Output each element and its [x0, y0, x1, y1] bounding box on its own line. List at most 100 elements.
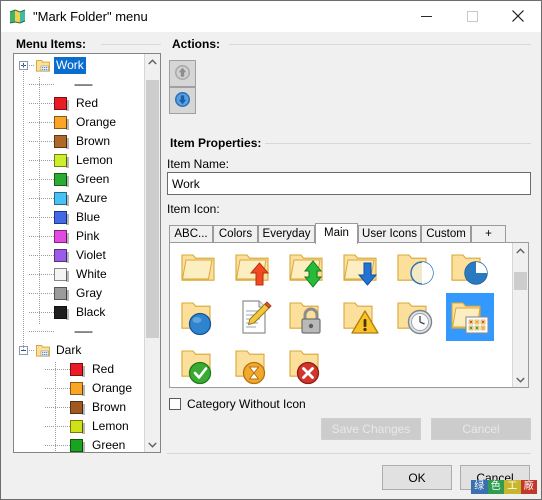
move-up-button[interactable] [169, 60, 196, 87]
move-down-button[interactable] [169, 87, 196, 114]
icon-grid-cell[interactable] [230, 341, 278, 387]
color-swatch [54, 192, 69, 206]
tree-item-label: Brown [92, 400, 127, 414]
icon-grid-cell[interactable] [446, 293, 494, 341]
tree-scroll-down-arrow[interactable] [145, 437, 160, 452]
document-pencil-icon [234, 297, 274, 337]
tree-scroll-up-arrow[interactable] [145, 54, 160, 69]
tree-guide-line [39, 77, 40, 324]
tab-label: Custom [426, 228, 466, 240]
tree-item[interactable]: Blue [14, 208, 146, 227]
tree-item[interactable]: Lemon [14, 151, 146, 170]
folder-arrow-down-blue-icon [342, 249, 382, 289]
save-changes-button[interactable]: Save Changes [321, 418, 421, 440]
icon-grid-cell[interactable] [338, 245, 386, 293]
tree-item[interactable]: Pink [14, 227, 146, 246]
tree-item-label: Violet [76, 248, 106, 262]
tab-everyday[interactable]: Everyday [258, 225, 315, 243]
tab-colors[interactable]: Colors [213, 225, 258, 243]
tab-label: Colors [218, 228, 253, 240]
tree-item[interactable]: Lemon [14, 417, 146, 436]
icon-grid-scrollbar[interactable] [512, 243, 528, 387]
icon-grid-pane[interactable] [169, 242, 529, 388]
tree-item[interactable]: ------ [14, 75, 146, 94]
tree-item[interactable]: Violet [14, 246, 146, 265]
folder-arrows-updown-green-icon [288, 249, 328, 289]
properties-bottom-divider [167, 453, 531, 454]
icon-grid-cell[interactable] [392, 245, 440, 293]
tree-item[interactable]: White [14, 265, 146, 284]
icon-grid-cell[interactable] [230, 245, 278, 293]
color-swatch [54, 230, 69, 244]
color-swatch [54, 287, 69, 301]
tree-item[interactable]: Green [14, 436, 146, 452]
tree-item[interactable]: Brown [14, 398, 146, 417]
tree-item[interactable]: Work [14, 56, 146, 75]
icon-grid-cell[interactable] [176, 245, 224, 293]
tree-item[interactable]: Brown [14, 132, 146, 151]
watermark-char: 廠 [520, 480, 537, 494]
icon-grid-cell[interactable] [338, 293, 386, 341]
app-icon [9, 8, 26, 25]
icon-category-tabs[interactable]: ABC... Colors Everyday Main User Icons Custom… [169, 223, 529, 244]
tree-item[interactable]: Dark [14, 341, 146, 360]
tree-scroll-thumb[interactable] [146, 80, 159, 338]
tree-item-label: Red [92, 362, 115, 376]
icon-grid-cell[interactable] [284, 245, 332, 293]
tree-item[interactable]: Orange [14, 379, 146, 398]
tree-item[interactable]: Red [14, 360, 146, 379]
tree-item[interactable]: Red [14, 94, 146, 113]
icon-scroll-up-arrow[interactable] [513, 243, 528, 258]
folder-circle-pale-icon [396, 249, 436, 289]
item-name-input[interactable] [167, 172, 531, 195]
tree-item[interactable]: Black [14, 303, 146, 322]
folder-warning-icon [342, 297, 382, 337]
tree-item-label: Orange [92, 381, 133, 395]
category-without-icon-checkbox[interactable] [169, 398, 181, 410]
icon-grid-cell[interactable] [284, 293, 332, 341]
tree-item-label: Blue [76, 210, 101, 224]
tab-abc[interactable]: ABC... [169, 225, 213, 243]
tree-scrollbar[interactable] [144, 54, 160, 452]
icon-grid-cell[interactable] [392, 293, 440, 341]
color-swatch [54, 306, 69, 320]
maximize-button[interactable] [449, 1, 495, 31]
icon-grid-cell[interactable] [284, 341, 332, 387]
window-title: "Mark Folder" menu [33, 9, 148, 24]
color-swatch [54, 97, 69, 111]
folder-circle-blue-icon [180, 297, 220, 337]
icon-grid-cell[interactable] [230, 293, 278, 341]
tab-custom[interactable]: Custom [421, 225, 471, 243]
tree-item-label: Work [54, 57, 86, 74]
folder-grid-icon [450, 297, 490, 337]
tab-main[interactable]: Main [315, 223, 358, 244]
folder-hourglass-orange-icon [234, 345, 274, 385]
folder-plain-icon [180, 249, 220, 289]
item-name-label: Item Name: [167, 157, 230, 171]
tree-item[interactable]: Green [14, 170, 146, 189]
tree-item[interactable]: ------ [14, 322, 146, 341]
color-swatch [54, 135, 69, 149]
icon-scroll-thumb[interactable] [514, 271, 527, 290]
minimize-button[interactable] [403, 1, 449, 31]
tree-item[interactable]: Azure [14, 189, 146, 208]
icon-grid-cell[interactable] [446, 245, 494, 293]
ok-button[interactable]: OK [382, 465, 452, 490]
close-button[interactable] [495, 1, 541, 31]
icon-scroll-down-arrow[interactable] [513, 372, 528, 387]
cancel-changes-button[interactable]: Cancel [431, 418, 531, 440]
icon-grid-cell[interactable] [176, 293, 224, 341]
menu-items-group-line [101, 44, 161, 45]
icon-grid-cell[interactable] [176, 341, 224, 387]
category-without-icon-label: Category Without Icon [187, 397, 306, 411]
tab-[interactable]: + [471, 225, 506, 243]
color-swatch [70, 363, 85, 377]
tab-user-icons[interactable]: User Icons [358, 225, 421, 243]
tab-label: User Icons [362, 228, 417, 240]
menu-items-tree[interactable]: Work ------ Red Orange Brown Lemon Green Azure B… [13, 53, 161, 453]
actions-group-line [229, 44, 531, 45]
tree-item[interactable]: Orange [14, 113, 146, 132]
tree-guide-line [23, 65, 24, 350]
color-swatch [70, 382, 85, 396]
tree-item[interactable]: Gray [14, 284, 146, 303]
